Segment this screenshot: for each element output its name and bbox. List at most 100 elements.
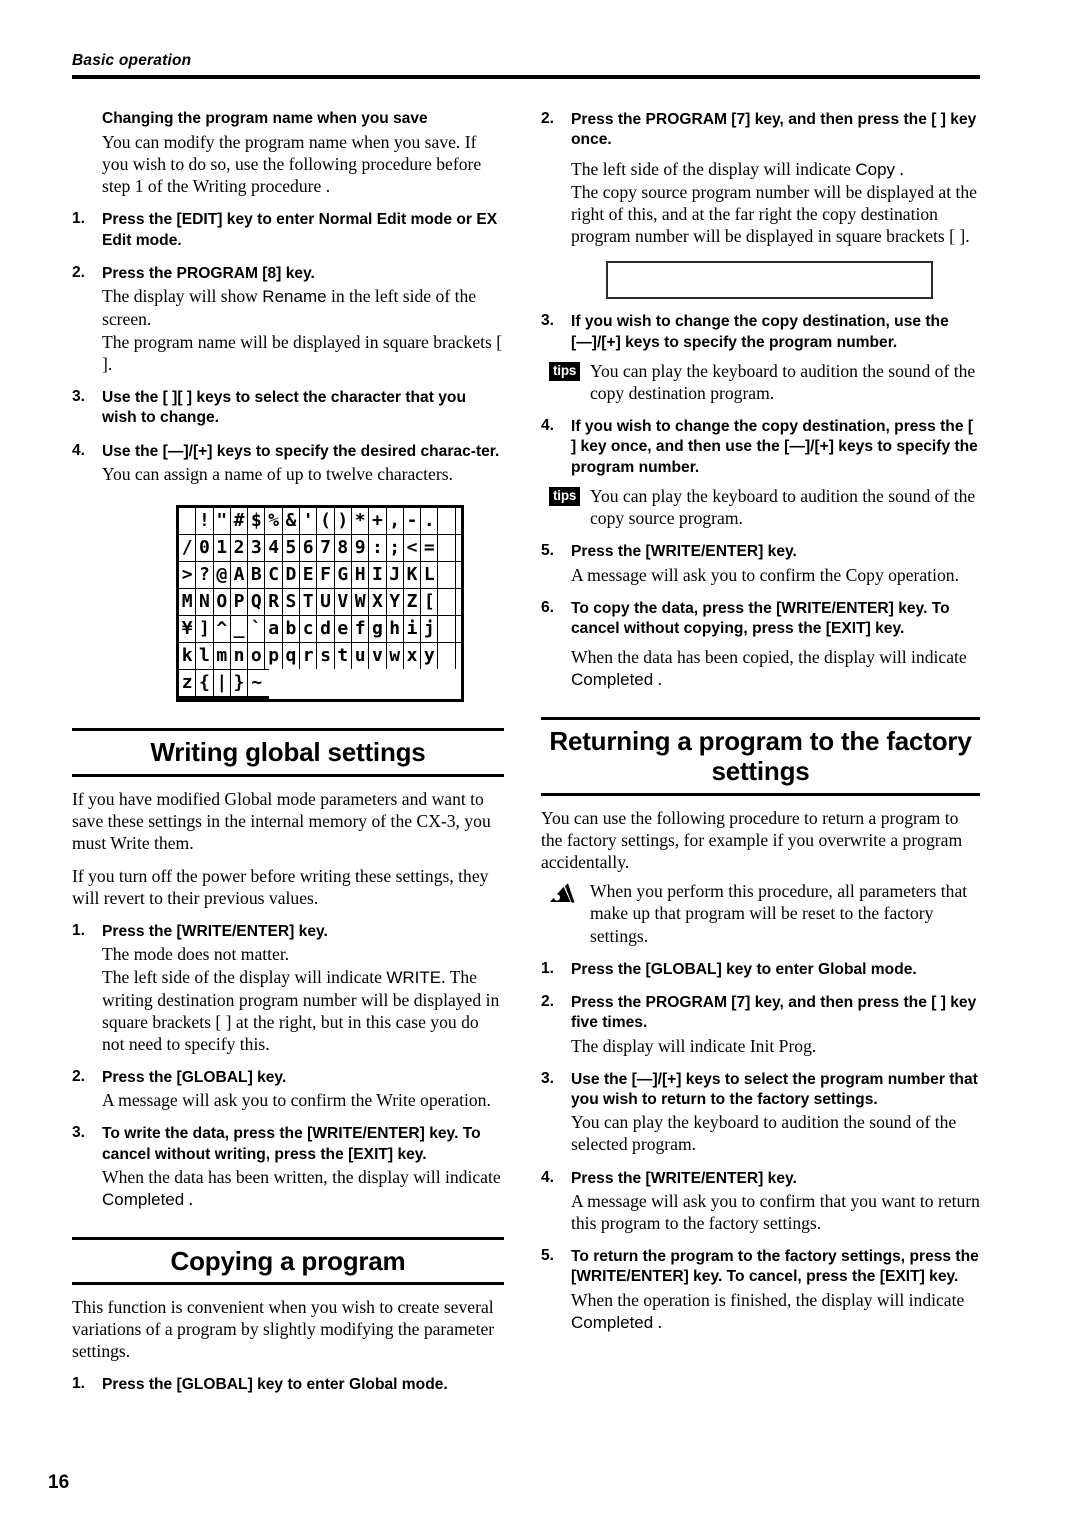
character-chart-cell: v (369, 642, 387, 669)
character-chart-row: z{|} ~ (179, 668, 269, 699)
step-body-1: The left side of the display will indica… (571, 158, 980, 180)
lcd-word-completed: Completed (571, 1312, 654, 1332)
step-number: 5. (541, 542, 555, 560)
character-chart-cell: K (404, 561, 422, 588)
character-chart-cell: b (283, 615, 301, 642)
character-chart-cell: 8 (335, 534, 352, 561)
step-title: Press the [WRITE/ENTER] key. (571, 543, 797, 561)
character-chart-cell (179, 507, 197, 534)
step-title: If you wish to change the copy destinati… (571, 418, 978, 476)
character-chart-cell: { (196, 669, 214, 696)
section-rule-bottom (72, 773, 504, 777)
step-body: You can assign a name of up to twelve ch… (102, 463, 453, 484)
step-title: Press the [GLOBAL] key. (102, 1068, 287, 1086)
character-chart-cell: F (317, 561, 335, 588)
tips-text: You can play the keyboard to audition th… (590, 486, 976, 529)
character-chart-cell: ¥ (179, 615, 197, 642)
character-chart-cell: f (352, 615, 370, 642)
step-title: To write the data, press the [WRITE/ENTE… (102, 1125, 481, 1163)
running-header: Basic operation (72, 52, 980, 79)
character-chart-cell: 0 (196, 534, 214, 561)
lcd-word-rename: Rename (262, 287, 327, 307)
step-body-text-cont: . (184, 1189, 194, 1210)
factory-paragraph-1: You can use the following procedure to r… (541, 808, 963, 873)
section-rule-bottom (72, 1282, 504, 1286)
character-chart-cell: M (179, 588, 197, 615)
intro-paragraph: You can modify the program name when you… (102, 132, 482, 197)
character-chart-cell: ; (387, 534, 404, 561)
step-number: 2. (72, 1067, 86, 1085)
step-body: The display will indicate Init Prog. (571, 1035, 817, 1056)
step-number: 1. (72, 210, 86, 228)
step-rename-1: 1. Press the [EDIT] key to enter Normal … (72, 210, 504, 251)
step-body-2: The program name will be displayed in sq… (102, 331, 503, 374)
character-chart-cell: p (265, 642, 283, 669)
step-body: The display will show Rename in the left… (102, 285, 504, 329)
character-chart-cell: 9 (352, 534, 370, 561)
character-chart-cell: G (335, 561, 352, 588)
character-chart-cell: t (335, 642, 352, 669)
character-chart-row: ! " # $% & '() * +, -. (179, 507, 461, 534)
character-chart-cell: @ (214, 561, 231, 588)
character-chart-cell: 7 (317, 534, 335, 561)
step-number: 1. (72, 922, 86, 939)
character-chart-cell: > (179, 561, 197, 588)
character-chart-cell: T (300, 588, 318, 615)
lcd-word-copy: Copy (855, 159, 896, 179)
step-factory-4: 4. Press the [WRITE/ENTER] key. A messag… (541, 1169, 980, 1235)
character-chart-row: >? @ A B C D E F G H I J K L (179, 560, 461, 588)
step-body-text-cont: . (895, 158, 904, 179)
display-illustration-frame (606, 261, 933, 300)
section-copying-a-program: Copying a program (72, 1236, 504, 1286)
step-body-text: The display will show (102, 286, 263, 307)
character-chart-cell: Q (248, 588, 266, 615)
step-rename-3: 3. Use the [ ][ ] keys to select the cha… (72, 388, 504, 429)
step-title: Press the [GLOBAL] key to enter Global m… (571, 960, 917, 978)
character-chart-cell: s (317, 642, 335, 669)
character-chart-figure: ! " # $% & '() * +, -./0 1 2 3 4 5 6 7 8 9:; < = >? @ A B C D E F G H… (176, 504, 504, 702)
character-chart-cell: z (179, 669, 197, 696)
character-chart-cell: [ (421, 588, 439, 615)
character-chart-cell (438, 561, 456, 588)
step-number: 5. (541, 1247, 555, 1265)
character-chart-cell: " (214, 507, 231, 534)
step-title: If you wish to change the copy destinati… (571, 313, 949, 351)
section-title: Writing global settings (150, 736, 426, 767)
step-number: 6. (541, 598, 555, 616)
character-chart-cell: V (335, 588, 352, 615)
character-chart-cell: u (352, 642, 370, 669)
step-title: Use the [—]/[+] keys to select the progr… (571, 1070, 978, 1109)
character-chart-cell: 1 (214, 534, 231, 561)
step-copying-1: 1. Press the [GLOBAL] key to enter Globa… (72, 1375, 504, 1395)
character-chart-cell: 5 (283, 534, 301, 561)
step-title: To copy the data, press the [WRITE/ENTER… (571, 599, 950, 638)
character-chart-cell: y (421, 642, 439, 669)
character-chart-cell: l (196, 642, 214, 669)
character-chart-cell: ^ (214, 615, 231, 642)
step-body-text: When the data has been copied, the displ… (571, 647, 967, 668)
character-chart-cell: $ (248, 507, 266, 534)
character-chart-cell: H (352, 561, 370, 588)
character-chart-cell: D (283, 561, 301, 588)
character-chart-cell: & (283, 507, 301, 534)
step-copy-5: 5. Press the [WRITE/ENTER] key. A messag… (541, 542, 980, 585)
character-chart-cell: # (231, 507, 249, 534)
step-title: To return the program to the factory set… (571, 1248, 979, 1286)
character-chart-cell: r (300, 642, 318, 669)
character-chart-cell: e (335, 615, 352, 642)
character-chart-cell: O (214, 588, 231, 615)
step-number: 3. (72, 387, 86, 405)
character-chart-cell: x (404, 642, 422, 669)
header-divider (72, 75, 980, 79)
lcd-word-write: WRITE (386, 968, 442, 988)
step-title: Press the [WRITE/ENTER] key. (102, 923, 328, 940)
step-body: A message will ask you to confirm the Wr… (102, 1090, 491, 1111)
note-callout-factory-reset: When you perform this procedure, all par… (541, 880, 980, 946)
section-title: Returning a program to the factory setti… (549, 725, 972, 787)
step-number: 3. (541, 1069, 555, 1087)
character-chart-cell: P (231, 588, 249, 615)
step-factory-3: 3. Use the [—]/[+] keys to select the pr… (541, 1070, 980, 1156)
step-number: 1. (541, 959, 555, 977)
section-copying-body: This function is convenient when you wis… (72, 1296, 504, 1396)
step-number: 2. (541, 110, 555, 127)
